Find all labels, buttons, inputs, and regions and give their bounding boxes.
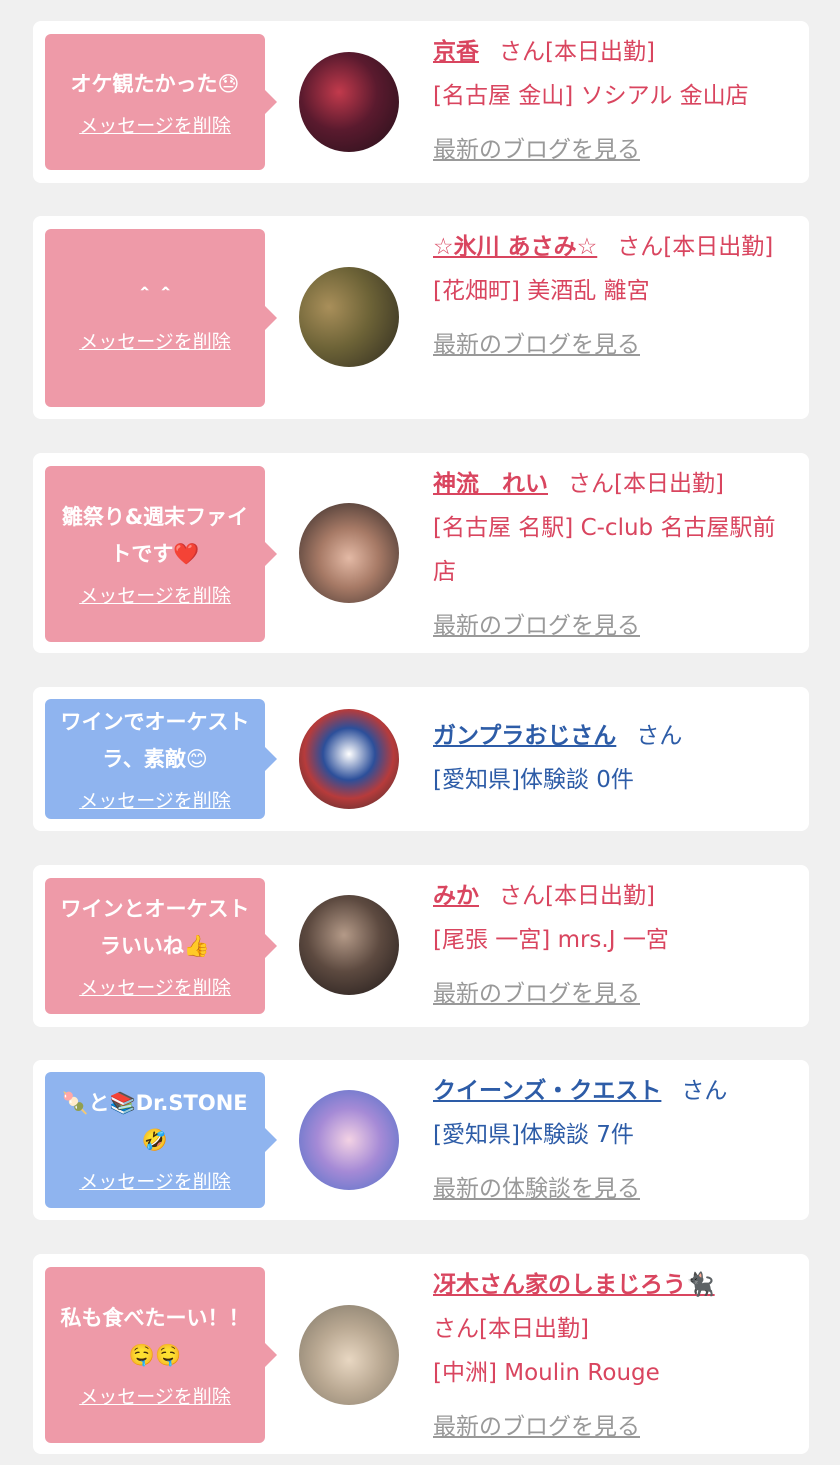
cast-name-link[interactable]: 京香	[433, 39, 479, 65]
message-bubble: ワインとオーケストラいいね👍 メッセージを削除	[45, 878, 277, 1014]
avatar[interactable]	[299, 503, 399, 603]
cast-info: 神流 れい さん[本日出勤] [名古屋 名駅] C-club 名古屋駅前店 最新の…	[433, 462, 793, 646]
message-text: オケ観たかった😓	[70, 71, 240, 96]
cast-info: 冴木さん家のしまじろう🐈‍⬛ さん[本日出勤] [中洲] Moulin Roug…	[433, 1263, 793, 1447]
cast-name-link[interactable]: ガンプラおじさん	[433, 723, 616, 749]
message-bubble: 🍡と📚Dr.STONE🤣 メッセージを削除	[45, 1072, 277, 1208]
avatar[interactable]	[299, 267, 399, 367]
latest-blog-link[interactable]: 最新のブログを見る	[433, 606, 793, 646]
latest-blog-link[interactable]: 最新のブログを見る	[433, 325, 793, 365]
cast-info: ☆氷川 あさみ☆ さん[本日出勤] [花畑町] 美酒乱 離宮 最新のブログを見る	[433, 225, 793, 365]
message-text: 雛祭り&週末ファイトです❤️	[61, 505, 249, 566]
shop-info: [愛知県]体験談 0件	[433, 767, 634, 793]
message-card: ＾＾ メッセージを削除 ☆氷川 あさみ☆ さん[本日出勤] [花畑町] 美酒乱 離…	[33, 216, 809, 419]
cast-name-link[interactable]: 神流 れい	[433, 471, 548, 497]
message-text: ワインとオーケストラいいね👍	[60, 897, 250, 958]
message-bubble: 雛祭り&週末ファイトです❤️ メッセージを削除	[45, 466, 277, 642]
message-card: 🍡と📚Dr.STONE🤣 メッセージを削除 クイーンズ・クエスト さん [愛知県]…	[33, 1060, 809, 1220]
name-suffix: さん[本日出勤]	[499, 883, 655, 909]
avatar[interactable]	[299, 895, 399, 995]
delete-message-link[interactable]: メッセージを削除	[79, 975, 231, 1001]
shop-info: [尾張 一宮] mrs.J 一宮	[433, 927, 669, 953]
delete-message-link[interactable]: メッセージを削除	[79, 583, 231, 609]
message-text: 私も食べたーい！！🤤🤤	[60, 1306, 250, 1367]
message-bubble: ワインでオーケストラ、素敵😊 メッセージを削除	[45, 699, 277, 819]
name-suffix: さん	[636, 723, 683, 749]
cast-info: ガンプラおじさん さん [愛知県]体験談 0件	[433, 714, 793, 802]
message-text: ＾＾	[134, 287, 176, 312]
cast-name-link[interactable]: みか	[433, 883, 479, 909]
name-suffix: さん[本日出勤]	[433, 1316, 589, 1342]
message-bubble: 私も食べたーい！！🤤🤤 メッセージを削除	[45, 1267, 277, 1443]
message-card: オケ観たかった😓 メッセージを削除 京香 さん[本日出勤] [名古屋 金山] ソシ…	[33, 21, 809, 183]
avatar[interactable]	[299, 709, 399, 809]
shop-info: [中洲] Moulin Rouge	[433, 1360, 660, 1386]
name-suffix: さん	[681, 1078, 728, 1104]
message-text: ワインでオーケストラ、素敵😊	[60, 710, 250, 771]
avatar[interactable]	[299, 1305, 399, 1405]
delete-message-link[interactable]: メッセージを削除	[79, 329, 231, 355]
delete-message-link[interactable]: メッセージを削除	[79, 113, 231, 139]
shop-info: [花畑町] 美酒乱 離宮	[433, 278, 650, 304]
shop-info: [愛知県]体験談 7件	[433, 1122, 634, 1148]
delete-message-link[interactable]: メッセージを削除	[79, 788, 231, 814]
cast-name-link[interactable]: 冴木さん家のしまじろう🐈‍⬛	[433, 1272, 715, 1298]
delete-message-link[interactable]: メッセージを削除	[79, 1384, 231, 1410]
message-bubble: ＾＾ メッセージを削除	[45, 229, 277, 407]
message-card: 私も食べたーい！！🤤🤤 メッセージを削除 冴木さん家のしまじろう🐈‍⬛ さん[本…	[33, 1254, 809, 1454]
name-suffix: さん[本日出勤]	[617, 234, 774, 260]
cast-info: クイーンズ・クエスト さん [愛知県]体験談 7件 最新の体験談を見る	[433, 1069, 793, 1209]
message-card: ワインでオーケストラ、素敵😊 メッセージを削除 ガンプラおじさん さん [愛知県]…	[33, 687, 809, 831]
avatar[interactable]	[299, 1090, 399, 1190]
avatar[interactable]	[299, 52, 399, 152]
latest-blog-link[interactable]: 最新のブログを見る	[433, 974, 793, 1014]
cast-info: みか さん[本日出勤] [尾張 一宮] mrs.J 一宮 最新のブログを見る	[433, 874, 793, 1014]
latest-blog-link[interactable]: 最新のブログを見る	[433, 130, 793, 170]
shop-info: [名古屋 金山] ソシアル 金山店	[433, 83, 749, 109]
cast-name-link[interactable]: クイーンズ・クエスト	[433, 1078, 661, 1104]
latest-blog-link[interactable]: 最新のブログを見る	[433, 1407, 793, 1447]
message-card: 雛祭り&週末ファイトです❤️ メッセージを削除 神流 れい さん[本日出勤] [名…	[33, 453, 809, 653]
message-bubble: オケ観たかった😓 メッセージを削除	[45, 34, 277, 170]
name-suffix: さん[本日出勤]	[568, 471, 724, 497]
cast-name-link[interactable]: ☆氷川 あさみ☆	[433, 234, 597, 260]
name-suffix: さん[本日出勤]	[499, 39, 655, 65]
shop-info: [名古屋 名駅] C-club 名古屋駅前店	[433, 515, 776, 585]
latest-review-link[interactable]: 最新の体験談を見る	[433, 1169, 793, 1209]
delete-message-link[interactable]: メッセージを削除	[79, 1169, 231, 1195]
cast-info: 京香 さん[本日出勤] [名古屋 金山] ソシアル 金山店 最新のブログを見る	[433, 30, 793, 170]
message-text: 🍡と📚Dr.STONE🤣	[62, 1091, 248, 1152]
message-card: ワインとオーケストラいいね👍 メッセージを削除 みか さん[本日出勤] [尾張 一…	[33, 865, 809, 1027]
